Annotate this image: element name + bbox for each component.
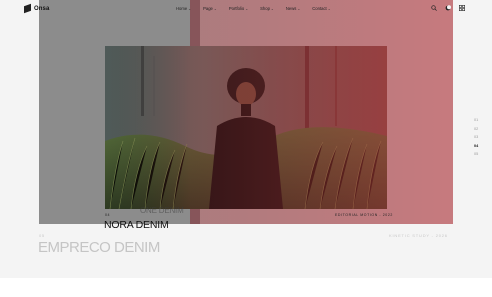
nav-item-shop[interactable]: Shop ⌄ bbox=[260, 6, 274, 11]
chevron-down-icon: ⌄ bbox=[245, 6, 249, 11]
slide-photo[interactable] bbox=[105, 46, 387, 209]
chevron-down-icon: ⌄ bbox=[188, 6, 192, 11]
site-header: Onsa Home ⌄ Page ⌄ Portfolio ⌄ Shop ⌄ News ⌄ … bbox=[0, 0, 492, 18]
next-slide-meta: KINETIC STUDY - 2026 bbox=[389, 233, 448, 238]
slide-meta: EDITORIAL MOTION - 2022 bbox=[335, 213, 393, 217]
slide-pagination: 01 02 03 04 05 bbox=[474, 118, 478, 156]
nav-label: Shop bbox=[260, 6, 270, 11]
moon-icon[interactable] bbox=[445, 5, 451, 11]
pagination-item-active[interactable]: 04 bbox=[474, 144, 478, 148]
slide-title[interactable]: NORA DENIM bbox=[104, 219, 169, 231]
nav-item-contact[interactable]: Contact ⌄ bbox=[312, 6, 330, 11]
previous-slide-title: ONE DENIM bbox=[140, 206, 184, 215]
nav-item-portfolio[interactable]: Portfolio ⌄ bbox=[229, 6, 248, 11]
main-nav: Home ⌄ Page ⌄ Portfolio ⌄ Shop ⌄ News ⌄ Conta… bbox=[176, 6, 331, 11]
nav-item-home[interactable]: Home ⌄ bbox=[176, 6, 191, 11]
search-icon[interactable] bbox=[431, 5, 437, 11]
nav-label: Contact bbox=[312, 6, 327, 11]
pagination-item[interactable]: 05 bbox=[474, 152, 478, 156]
slide-index: 04 bbox=[105, 213, 110, 217]
pagination-item[interactable]: 02 bbox=[474, 127, 478, 131]
chevron-down-icon: ⌄ bbox=[213, 6, 217, 11]
chevron-down-icon: ⌄ bbox=[270, 6, 274, 11]
next-slide-title[interactable]: EMPRECO DENIM bbox=[38, 239, 160, 256]
brand-name: Onsa bbox=[34, 5, 50, 12]
next-slide-index: 05 bbox=[39, 233, 45, 238]
brand-logo[interactable]: Onsa bbox=[24, 3, 50, 14]
nav-label: Home bbox=[176, 6, 188, 11]
nav-label: Page bbox=[203, 6, 213, 11]
pagination-item[interactable]: 01 bbox=[474, 118, 478, 122]
logo-icon bbox=[24, 3, 31, 14]
nav-label: Portfolio bbox=[228, 6, 245, 11]
page-footer-area bbox=[0, 278, 492, 297]
grid-icon[interactable] bbox=[459, 5, 465, 11]
portrait-image bbox=[105, 46, 387, 209]
header-tools bbox=[431, 5, 465, 11]
nav-item-page[interactable]: Page ⌄ bbox=[203, 6, 217, 11]
chevron-down-icon: ⌄ bbox=[327, 6, 331, 11]
chevron-down-icon: ⌄ bbox=[297, 6, 301, 11]
nav-label: News bbox=[285, 6, 297, 11]
nav-item-news[interactable]: News ⌄ bbox=[286, 6, 300, 11]
pagination-item[interactable]: 03 bbox=[474, 135, 478, 139]
